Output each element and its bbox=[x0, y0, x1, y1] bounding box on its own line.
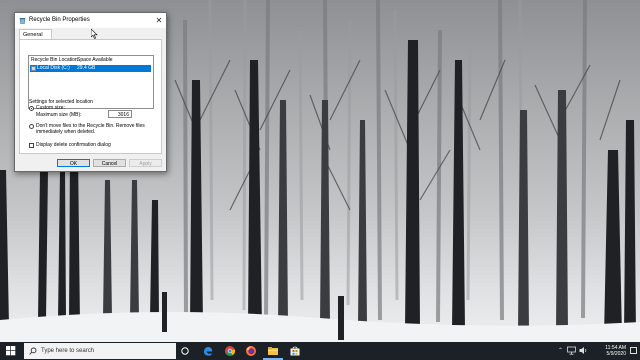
mouse-cursor-icon bbox=[91, 29, 98, 39]
close-button[interactable]: ✕ bbox=[152, 13, 166, 28]
custom-size-label[interactable]: Custom size: bbox=[36, 105, 65, 111]
taskbar-search-box[interactable]: Type here to search bbox=[24, 343, 176, 359]
clock-date[interactable]: 5/9/2020 bbox=[596, 351, 626, 357]
network-icon[interactable] bbox=[567, 346, 576, 355]
list-item[interactable]: Local Disk (C:) 29.4 GB bbox=[30, 65, 151, 72]
space-available-cell: 29.4 GB bbox=[77, 65, 96, 71]
delete-confirmation-label[interactable]: Display delete confirmation dialog bbox=[36, 142, 111, 148]
search-icon bbox=[29, 347, 37, 355]
dont-move-files-radio[interactable] bbox=[29, 124, 34, 129]
dont-move-files-label[interactable]: Don't move files to the Recycle Bin. Rem… bbox=[36, 123, 160, 135]
ok-button[interactable]: OK bbox=[57, 159, 90, 167]
drive-icon bbox=[31, 66, 36, 71]
max-size-label: Maximum size (MB): bbox=[36, 112, 82, 118]
show-hidden-icons-icon[interactable]: ⌃ bbox=[558, 347, 563, 354]
windows-start-icon[interactable] bbox=[0, 342, 22, 360]
delete-confirmation-checkbox[interactable] bbox=[29, 143, 34, 148]
firefox-icon[interactable] bbox=[245, 345, 257, 357]
store-icon[interactable] bbox=[289, 345, 301, 357]
task-view-icon[interactable] bbox=[179, 345, 191, 357]
chrome-icon[interactable] bbox=[224, 345, 236, 357]
apply-button[interactable]: Apply bbox=[129, 159, 162, 167]
close-icon: ✕ bbox=[155, 16, 163, 25]
recycle-bin-icon bbox=[19, 18, 26, 24]
dialog-title: Recycle Bin Properties bbox=[29, 17, 90, 23]
edge-icon[interactable] bbox=[202, 345, 214, 357]
max-size-input[interactable]: 3016 bbox=[108, 110, 132, 118]
location-cell: Local Disk (C:) bbox=[37, 65, 70, 71]
cancel-button[interactable]: Cancel bbox=[93, 159, 126, 167]
custom-size-radio[interactable] bbox=[29, 106, 34, 111]
column-header-location[interactable]: Recycle Bin Location bbox=[31, 57, 78, 63]
volume-icon[interactable] bbox=[579, 346, 588, 355]
general-tab-panel: Recycle Bin Location Space Available Loc… bbox=[19, 39, 162, 154]
file-explorer-icon[interactable] bbox=[267, 345, 279, 357]
dialog-titlebar[interactable]: Recycle Bin Properties ✕ bbox=[15, 13, 166, 28]
column-header-space-available[interactable]: Space Available bbox=[77, 57, 113, 63]
taskbar: Type here to search ⌃ 11:54 AM 5/9/2020 bbox=[0, 342, 640, 360]
notifications-icon[interactable] bbox=[630, 347, 637, 354]
search-placeholder: Type here to search bbox=[41, 348, 95, 354]
